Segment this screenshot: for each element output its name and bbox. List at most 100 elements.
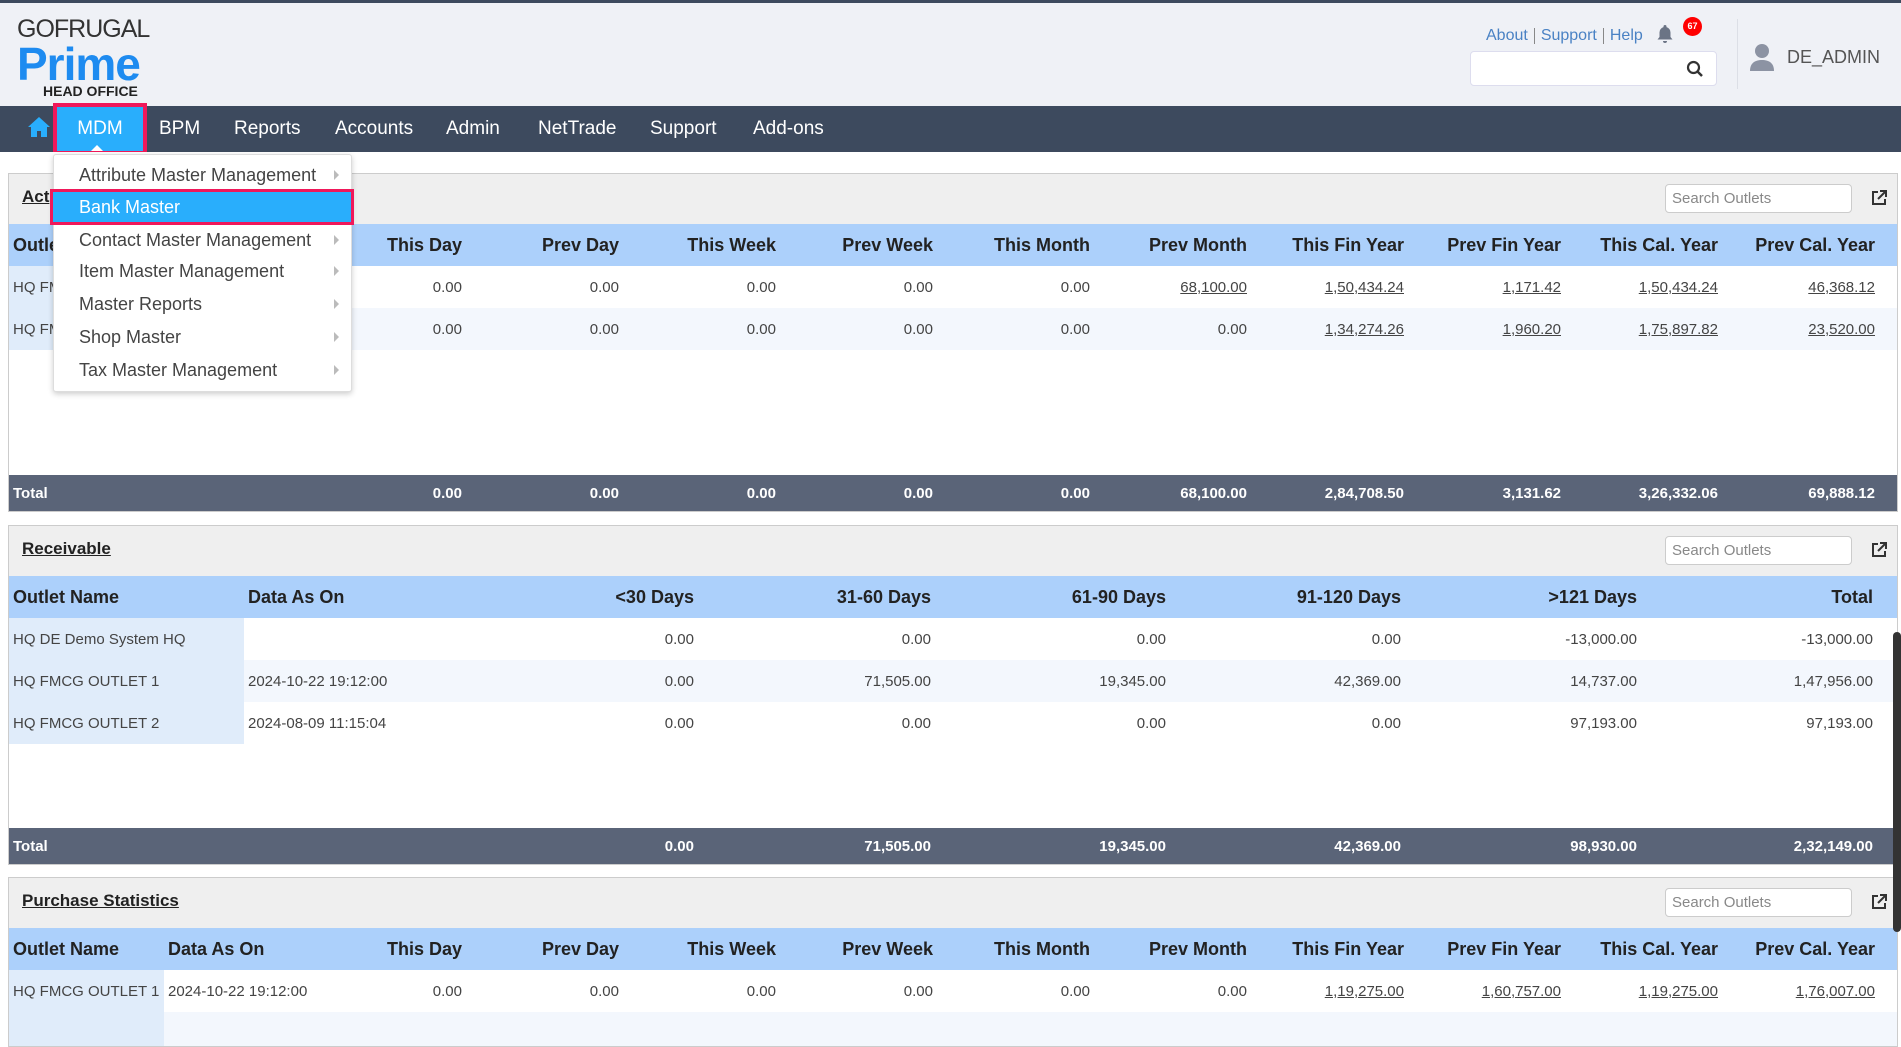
cell-text: 91-120 Days [1296,586,1401,607]
menu-item-attribute-master-management[interactable]: Attribute Master Management [54,159,351,191]
cell-text: 0.00 [1371,714,1401,732]
menu-item-item-master-management[interactable]: Item Master Management [54,255,351,287]
table-cell: 0.00 [1170,618,1405,660]
menu-item-contact-master-management[interactable]: Contact Master Management [54,224,351,256]
table-cell [1094,1012,1251,1046]
cell-text: 3,131.62 [1502,484,1561,502]
value-link[interactable]: 1,171.42 [1503,279,1561,296]
home-icon[interactable] [27,115,51,139]
table-cell [937,1012,1094,1046]
user-avatar-icon[interactable] [1749,43,1775,73]
cell-text: 0.00 [903,278,933,296]
value-link[interactable]: 1,34,274.26 [1325,321,1404,338]
global-search[interactable] [1470,51,1717,86]
menu-item-bank-master[interactable]: Bank Master [50,189,354,225]
table-row [9,1012,1897,1046]
nav-item-reports[interactable]: Reports [234,106,301,152]
table-cell: 1,50,434.24 [1251,266,1408,308]
nav-item-addons[interactable]: Add-ons [753,106,824,152]
column-header: >121 Days [1405,576,1641,618]
nav-item-accounts[interactable]: Accounts [335,106,413,152]
cell-text: Outlet Name [13,938,120,959]
panel-title[interactable]: Receivable [22,539,111,559]
global-search-input[interactable] [1479,52,1679,85]
column-header: 91-120 Days [1170,576,1405,618]
menu-item-shop-master[interactable]: Shop Master [54,321,351,353]
table-cell: HQ DE Demo System HQ [9,618,244,660]
username[interactable]: DE_ADMIN [1787,47,1880,68]
cell-text: 0.00 [1060,320,1090,338]
support-link[interactable]: Support [1535,28,1604,44]
cell-text: 97,193.00 [1806,714,1873,732]
main-nav: MDM BPM Reports Accounts Admin NetTrade … [0,103,1901,155]
value-link[interactable]: 68,100.00 [1180,279,1247,296]
bell-icon[interactable] [1656,24,1674,44]
cell-text: This Cal. Year [1600,234,1718,255]
value-link[interactable]: 1,50,434.24 [1639,279,1718,296]
table-cell: 1,47,956.00 [1641,660,1877,702]
nav-item-support[interactable]: Support [650,106,717,152]
search-outlets-input[interactable] [1666,889,1851,916]
value-link[interactable]: 1,19,275.00 [1325,983,1404,1000]
cell-text: Outlet Name [13,586,120,607]
cell-text: Prev Cal. Year [1755,938,1875,959]
table-cell: 0.00 [937,475,1094,511]
value-link[interactable]: 1,76,007.00 [1796,983,1875,1000]
menu-item-tax-master-management[interactable]: Tax Master Management [54,354,351,386]
panel-purchase-statistics: Purchase Statistics Search Outlets Outle… [8,877,1898,1047]
nav-item-mdm[interactable]: MDM [53,103,147,155]
menu-item-label: Item Master Management [79,261,285,281]
table-row: HQ FMCG OUTLET 2 2024-08-09 11:15:04 0.00 0… [9,702,1897,744]
cell-text: 0.00 [664,630,694,648]
value-link[interactable]: 1,960.20 [1503,321,1561,338]
external-link-icon[interactable] [1871,190,1887,206]
value-link[interactable]: 1,50,434.24 [1325,279,1404,296]
search-outlets-box[interactable]: Search Outlets [1665,888,1852,917]
table-cell: 1,76,007.00 [1722,970,1879,1012]
cell-text: 0.00 [901,630,931,648]
value-link[interactable]: 46,368.12 [1808,279,1875,296]
table-cell: 0.00 [466,308,623,350]
nav-item-nettrade[interactable]: NetTrade [538,106,617,152]
about-link[interactable]: About [1480,28,1535,44]
panel-title[interactable]: Act [22,187,49,207]
table-cell [309,1012,466,1046]
external-link-icon[interactable] [1871,542,1887,558]
cell-text: 2024-08-09 11:15:04 [248,714,387,732]
table-cell: 1,19,275.00 [1565,970,1722,1012]
search-icon[interactable] [1686,60,1704,78]
table-cell: 97,193.00 [1405,702,1641,744]
search-outlets-input[interactable] [1666,185,1851,212]
nav-item-admin[interactable]: Admin [446,106,500,152]
table-cell: 0.00 [780,475,937,511]
cell-text: 0.00 [746,278,776,296]
cell-text: 0.00 [1217,982,1247,1000]
notification-badge[interactable]: 67 [1683,17,1702,36]
search-outlets-input[interactable] [1666,537,1851,564]
value-link[interactable]: 23,520.00 [1808,321,1875,338]
cell-text: 19,345.00 [1099,672,1166,690]
value-link[interactable]: 1,19,275.00 [1639,983,1718,1000]
nav-item-bpm[interactable]: BPM [159,106,200,152]
value-link[interactable]: 1,75,897.82 [1639,321,1718,338]
search-outlets-box[interactable]: Search Outlets [1665,184,1852,213]
data-table: Outlet Name Data As On This Day Prev Day Thi… [9,928,1897,1046]
column-header: Prev Week [780,928,937,970]
scrollbar[interactable] [1893,632,1901,932]
search-outlets-box[interactable]: Search Outlets [1665,536,1852,565]
cell-text: 61-90 Days [1071,586,1166,607]
column-header: Prev Day [466,224,623,266]
column-header: This Month [937,224,1094,266]
cell-text: 0.00 [664,672,694,690]
external-link-icon[interactable] [1871,894,1887,910]
panel-title[interactable]: Purchase Statistics [22,891,179,911]
cell-text: 2,32,149.00 [1793,837,1873,855]
menu-item-master-reports[interactable]: Master Reports [54,288,351,320]
column-header: Prev Cal. Year [1722,928,1879,970]
value-link[interactable]: 1,60,757.00 [1482,983,1561,1000]
chevron-right-icon [334,299,339,309]
help-link[interactable]: Help [1604,28,1649,44]
logo[interactable]: GOFRUGAL Prime HEAD OFFICE [17,15,150,98]
cell-text: This Cal. Year [1600,938,1718,959]
column-header: Prev Fin Year [1408,224,1565,266]
